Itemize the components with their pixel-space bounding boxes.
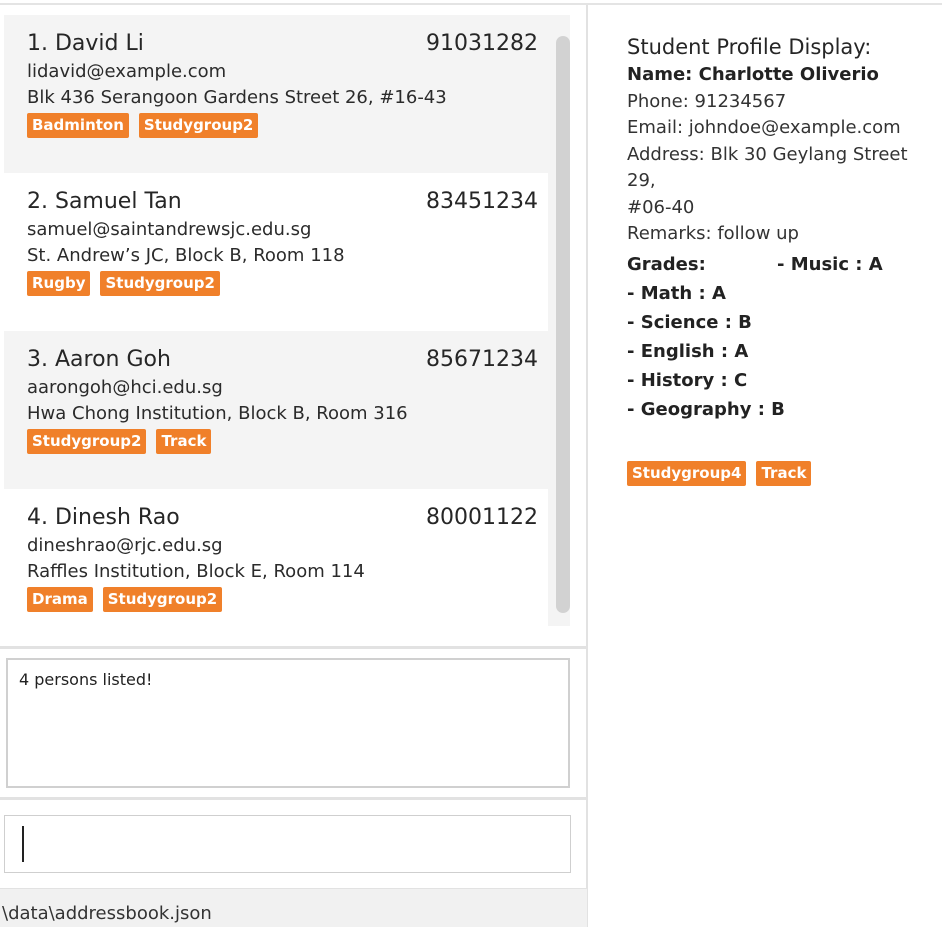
person-card[interactable]: 2. Samuel Tan 83451234 samuel@saintandre… <box>4 173 548 331</box>
person-tags: Rugby Studygroup2 <box>27 271 548 297</box>
result-message: 4 persons listed! <box>19 670 153 689</box>
tag: Track <box>156 429 212 454</box>
command-input[interactable] <box>4 815 571 873</box>
person-email: dineshrao@rjc.edu.sg <box>27 535 223 556</box>
tag: Studygroup2 <box>138 113 259 138</box>
profile-remarks: Remarks: follow up <box>627 223 799 244</box>
grade-item: - Geography : B <box>627 398 785 420</box>
tag: Studygroup2 <box>27 429 147 454</box>
student-profile-panel: Student Profile Display: Name: Charlotte… <box>627 32 937 486</box>
result-divider <box>0 797 587 800</box>
person-card[interactable]: 1. David Li 91031282 lidavid@example.com… <box>4 15 548 173</box>
person-phone: 83451234 <box>426 189 538 214</box>
profile-phone: Phone: 91234567 <box>627 90 787 112</box>
person-email: aarongoh@hci.edu.sg <box>27 377 223 398</box>
person-phone: 80001122 <box>426 505 538 530</box>
tag: Rugby <box>27 271 91 296</box>
grade-item: - Math : A <box>627 282 726 304</box>
profile-address-cont: #06-40 <box>627 196 695 218</box>
list-scrollbar[interactable] <box>556 36 570 613</box>
grade-item: - English : A <box>627 340 749 362</box>
grade-item: - Music : A <box>777 253 883 275</box>
text-caret <box>22 826 24 862</box>
person-tags: Studygroup2 Track <box>27 429 548 455</box>
person-tags: Drama Studygroup2 <box>27 587 548 613</box>
list-divider <box>0 646 587 649</box>
person-card[interactable]: 3. Aaron Goh 85671234 aarongoh@hci.edu.s… <box>4 331 548 489</box>
tag: Studygroup2 <box>100 271 220 296</box>
profile-title: Student Profile Display: <box>627 35 872 59</box>
person-list[interactable]: 1. David Li 91031282 lidavid@example.com… <box>4 15 570 626</box>
profile-tags: Studygroup4 Track <box>627 460 937 486</box>
person-address: Hwa Chong Institution, Block B, Room 316 <box>27 403 408 424</box>
tag: Badminton <box>27 113 129 138</box>
grade-item: - Science : B <box>627 311 752 333</box>
profile-grades: Grades: - Music : A - Math : A - Science… <box>627 250 937 424</box>
person-phone: 85671234 <box>426 347 538 372</box>
save-location: \data\addressbook.json <box>2 903 212 924</box>
grade-item: - History : C <box>627 369 748 391</box>
status-bar: \data\addressbook.json <box>0 888 587 927</box>
person-tags: Badminton Studygroup2 <box>27 113 548 139</box>
person-phone: 91031282 <box>426 31 538 56</box>
tag: Studygroup4 <box>627 460 747 486</box>
profile-address: Address: Blk 30 Geylang Street 29, <box>627 143 908 192</box>
person-card[interactable]: 4. Dinesh Rao 80001122 dineshrao@rjc.edu… <box>4 489 548 626</box>
person-address: Raffles Institution, Block E, Room 114 <box>27 561 365 582</box>
tag: Track <box>756 460 812 486</box>
person-email: samuel@saintandrewsjc.edu.sg <box>27 219 312 240</box>
person-address: Blk 436 Serangoon Gardens Street 26, #16… <box>27 87 447 108</box>
profile-email: Email: johndoe@example.com <box>627 117 901 138</box>
pane-divider[interactable] <box>586 5 588 927</box>
result-display[interactable]: 4 persons listed! <box>6 658 570 788</box>
person-email: lidavid@example.com <box>27 61 227 82</box>
tag: Drama <box>27 587 93 612</box>
person-address: St. Andrew’s JC, Block B, Room 118 <box>27 245 345 266</box>
tag: Studygroup2 <box>102 587 223 612</box>
profile-name: Name: Charlotte Oliverio <box>627 64 879 85</box>
